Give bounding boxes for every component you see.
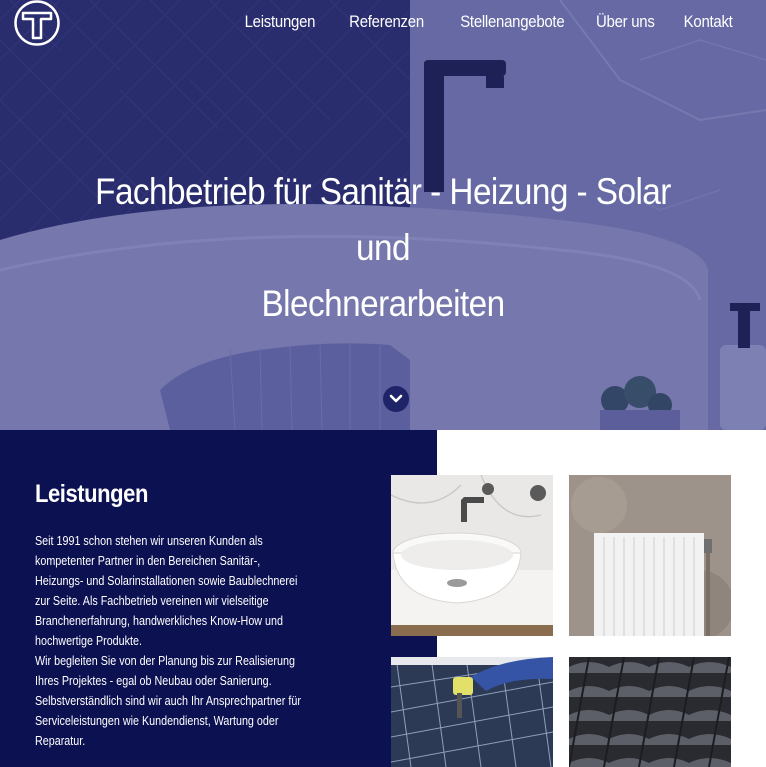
nav-link-referenzen[interactable]: Referenzen: [349, 12, 424, 32]
hero-section: Leistungen Referenzen Stellenangebote Üb…: [0, 0, 766, 430]
roof-tiles-image[interactable]: [569, 657, 731, 767]
chevron-down-icon: [389, 394, 403, 403]
scroll-down-button[interactable]: [383, 386, 409, 412]
nav-link-ueber-uns[interactable]: Über uns: [596, 12, 655, 32]
logo-icon: [14, 0, 60, 46]
main-navigation: Leistungen Referenzen Stellenangebote Üb…: [235, 12, 733, 32]
intro-paragraph: Seit 1991 schon stehen wir unseren Kunde…: [35, 534, 298, 648]
section-title: Leistungen: [35, 480, 148, 508]
company-logo[interactable]: [13, 0, 61, 46]
solar-panel-image[interactable]: [391, 657, 553, 767]
hero-headline: Fachbetrieb für Sanitär - Heizung - Sola…: [40, 164, 726, 332]
hero-headline-line-2: Blechnerarbeiten: [261, 283, 505, 324]
washbasin-image[interactable]: [391, 475, 553, 636]
nav-link-kontakt[interactable]: Kontakt: [684, 12, 733, 32]
hero-headline-line-1: Fachbetrieb für Sanitär - Heizung - Sola…: [95, 171, 671, 268]
nav-link-leistungen[interactable]: Leistungen: [245, 12, 316, 32]
radiator-image[interactable]: [569, 475, 731, 636]
nav-link-stellenangebote[interactable]: Stellenangebote: [461, 12, 565, 32]
services-paragraph: Wir begleiten Sie von der Planung bis zu…: [35, 654, 301, 748]
